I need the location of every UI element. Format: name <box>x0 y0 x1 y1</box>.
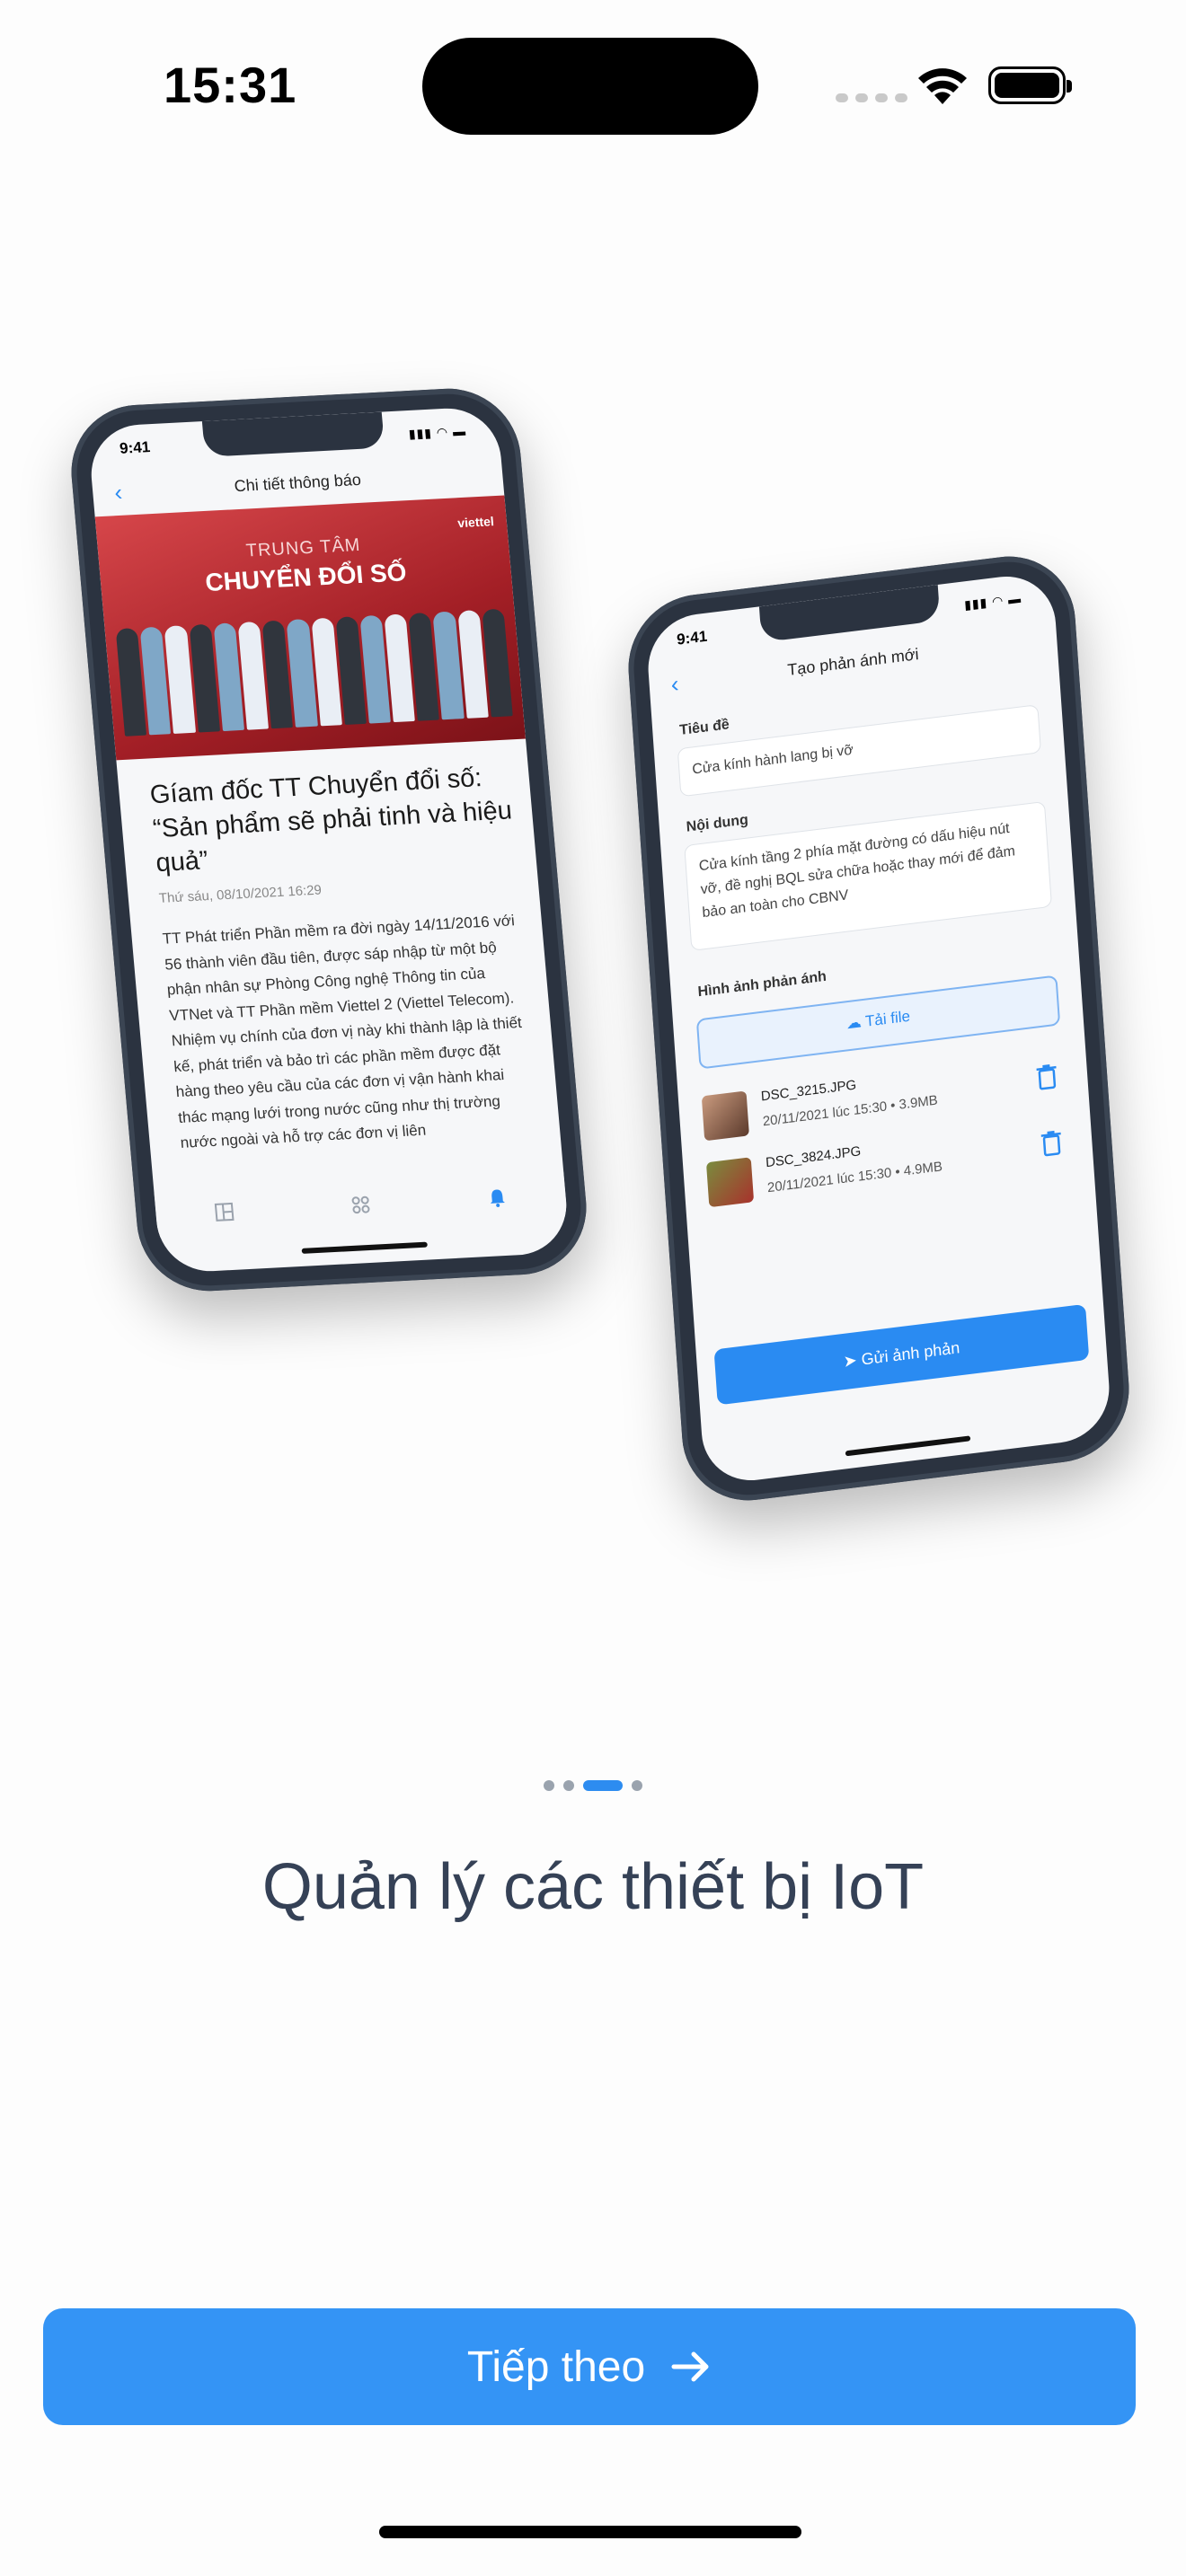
report-phone-mockup: 9:41 ▮▮▮ ◠ ▬ ‹ Tạo phản ánh mới Tiêu đề … <box>624 548 1134 1509</box>
page-dot[interactable] <box>563 1780 574 1791</box>
mock-status-icons: ▮▮▮ ◠ ▬ <box>408 423 467 441</box>
file-thumbnail <box>705 1157 755 1208</box>
page-dot[interactable] <box>544 1780 554 1791</box>
home-indicator[interactable] <box>379 2526 801 2538</box>
group-photo <box>115 608 513 737</box>
page-dot-active[interactable] <box>583 1780 623 1791</box>
bell-icon <box>490 1189 505 1207</box>
arrow-right-icon <box>671 2351 709 2382</box>
news-hero-image: viettel TRUNG TÂM CHUYỂN ĐỔI SỐ <box>94 495 527 761</box>
upload-label: Tải file <box>864 1007 911 1030</box>
content-label: Nội dung <box>686 812 749 835</box>
file-thumbnail <box>701 1090 749 1142</box>
mock-status-time: 9:41 <box>676 627 708 648</box>
file-name: DSC_3824.JPG <box>765 1143 862 1171</box>
report-header-title: Tạo phản ánh mới <box>786 645 920 679</box>
images-label: Hình ảnh phản ánh <box>697 968 828 1001</box>
battery-icon <box>988 66 1072 104</box>
status-time: 15:31 <box>164 57 297 113</box>
file-name: DSC_3215.JPG <box>760 1077 857 1105</box>
mock-status-icons: ▮▮▮ ◠ ▬ <box>963 590 1022 613</box>
trash-icon <box>1036 1064 1057 1090</box>
dashboard-icon <box>214 1202 235 1222</box>
mock-status-time: 9:41 <box>119 438 151 457</box>
title-label: Tiêu đề <box>678 717 730 739</box>
news-phone-mockup: 9:41 ▮▮▮ ◠ ▬ ‹ Chi tiết thông báo viette… <box>66 384 592 1295</box>
onboarding-title: Quản lý các thiết bị IoT <box>261 1851 925 1923</box>
next-button-label: Tiếp theo <box>466 2342 646 2391</box>
report-screen: 9:41 ▮▮▮ ◠ ▬ ‹ Tạo phản ánh mới Tiêu đề … <box>644 570 1113 1486</box>
trash-icon <box>1040 1130 1061 1157</box>
dynamic-island <box>422 38 758 135</box>
news-screen: 9:41 ▮▮▮ ◠ ▬ ‹ Chi tiết thông báo viette… <box>86 405 571 1275</box>
wifi-icon <box>918 68 967 104</box>
cloud-upload-icon: ☁ <box>845 1013 863 1033</box>
back-chevron-icon: ‹ <box>113 478 124 507</box>
cellular-signal-icon <box>836 93 907 102</box>
article-date: Thứ sáu, 08/10/2021 16:29 <box>158 882 323 906</box>
article-title: Gíam đốc TT Chuyển đổi số: “Sản phẩm sẽ … <box>148 763 514 878</box>
send-report-button: ➤ Gửi ảnh phản <box>713 1303 1090 1406</box>
page-dot[interactable] <box>632 1780 642 1791</box>
send-label: Gửi ảnh phản <box>860 1338 960 1369</box>
send-icon: ➤ <box>842 1351 858 1372</box>
apps-icon <box>351 1195 370 1214</box>
back-chevron-icon: ‹ <box>669 669 680 698</box>
page-indicator <box>0 1780 1186 1791</box>
next-button[interactable]: Tiếp theo <box>43 2308 1136 2425</box>
title-field: Cửa kính hành lang bị vỡ <box>677 704 1042 798</box>
news-header-title: Chi tiết thông báo <box>233 470 362 496</box>
article-body: TT Phát triển Phần mềm ra đời ngày 14/11… <box>162 912 523 1151</box>
